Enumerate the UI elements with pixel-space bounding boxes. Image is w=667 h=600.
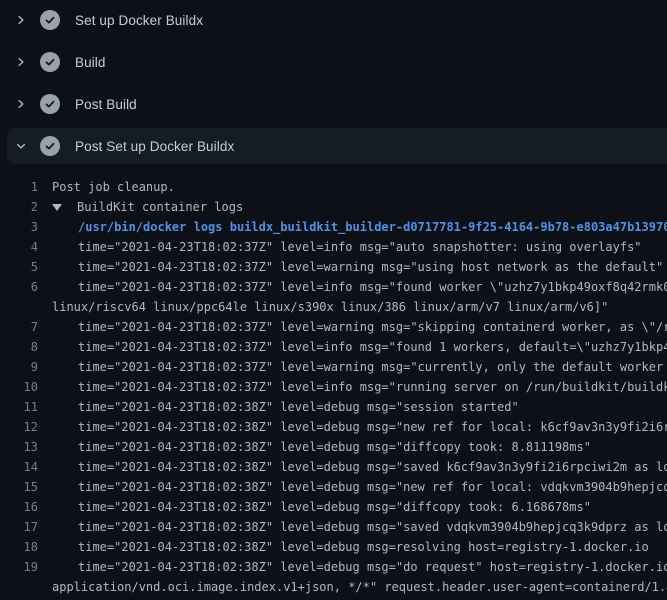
log-line-text: time="2021-04-23T18:02:38Z" level=debug … bbox=[78, 437, 591, 457]
log-group-title[interactable]: BuildKit container logs bbox=[77, 197, 243, 217]
log-line-text: time="2021-04-23T18:02:37Z" level=warnin… bbox=[78, 317, 667, 337]
chevron-down-icon[interactable] bbox=[14, 139, 28, 153]
step-title: Post Build bbox=[75, 97, 137, 112]
log-line: 17 time="2021-04-23T18:02:38Z" level=debu… bbox=[0, 517, 667, 537]
log-line-text: time="2021-04-23T18:02:38Z" level=debug … bbox=[78, 517, 667, 537]
log-line: 5 time="2021-04-23T18:02:37Z" level=warni… bbox=[0, 257, 667, 277]
log-line-text: time="2021-04-23T18:02:38Z" level=debug … bbox=[78, 537, 649, 557]
log-command-text: /usr/bin/docker logs buildx_buildkit_bui… bbox=[78, 217, 667, 237]
log-line-text: time="2021-04-23T18:02:37Z" level=warnin… bbox=[78, 257, 663, 277]
log-line: linux/riscv64 linux/ppc64le linux/s390x … bbox=[0, 297, 667, 317]
log-line-number[interactable]: 17 bbox=[0, 517, 38, 537]
log-line-number[interactable]: 7 bbox=[0, 317, 38, 337]
log-line-text: time="2021-04-23T18:02:38Z" level=debug … bbox=[78, 557, 667, 577]
log-line-number[interactable]: 13 bbox=[0, 437, 38, 457]
log-line-text: time="2021-04-23T18:02:38Z" level=debug … bbox=[78, 497, 591, 517]
log-line-text: time="2021-04-23T18:02:37Z" level=warnin… bbox=[78, 357, 667, 377]
chevron-right-icon[interactable] bbox=[14, 55, 28, 69]
log-line-number[interactable]: 5 bbox=[0, 257, 38, 277]
log-line: 18 time="2021-04-23T18:02:38Z" level=debu… bbox=[0, 537, 667, 557]
log-line: 1 Post job cleanup. bbox=[0, 177, 667, 197]
log-line-number[interactable]: 18 bbox=[0, 537, 38, 557]
log-line: 15 time="2021-04-23T18:02:38Z" level=debu… bbox=[0, 477, 667, 497]
log-line-number[interactable]: 3 bbox=[0, 217, 38, 237]
log-line: 2 BuildKit container logs bbox=[0, 197, 667, 217]
log-line-text: time="2021-04-23T18:02:38Z" level=debug … bbox=[78, 397, 519, 417]
log-line: 8 time="2021-04-23T18:02:37Z" level=info … bbox=[0, 337, 667, 357]
step-header-build[interactable]: Build bbox=[0, 44, 667, 84]
step-title: Build bbox=[75, 55, 106, 70]
step-header-post-build[interactable]: Post Build bbox=[0, 86, 667, 126]
log-line: 12 time="2021-04-23T18:02:38Z" level=debu… bbox=[0, 417, 667, 437]
log-line: 19 time="2021-04-23T18:02:38Z" level=debu… bbox=[0, 557, 667, 577]
log-line: 7 time="2021-04-23T18:02:37Z" level=warni… bbox=[0, 317, 667, 337]
log-line-text: time="2021-04-23T18:02:38Z" level=debug … bbox=[78, 417, 667, 437]
check-circle-icon bbox=[40, 10, 60, 30]
log-line-text: time="2021-04-23T18:02:37Z" level=info m… bbox=[78, 337, 667, 357]
log-line-text: application/vnd.oci.image.index.v1+json,… bbox=[52, 577, 667, 597]
log-line: application/vnd.oci.image.index.v1+json,… bbox=[0, 577, 667, 597]
log-line-text: time="2021-04-23T18:02:38Z" level=debug … bbox=[78, 477, 667, 497]
step-header-setup-docker-buildx[interactable]: Set up Docker Buildx bbox=[0, 2, 667, 42]
log-line-number[interactable]: 9 bbox=[0, 357, 38, 377]
check-circle-icon bbox=[40, 94, 60, 114]
log-line-number[interactable]: 16 bbox=[0, 497, 38, 517]
log-line-number[interactable]: 6 bbox=[0, 277, 38, 297]
triangle-down-icon[interactable] bbox=[52, 204, 77, 211]
log-line-number[interactable]: 15 bbox=[0, 477, 38, 497]
log-line-number[interactable]: 2 bbox=[0, 197, 38, 217]
log-line-number[interactable]: 8 bbox=[0, 337, 38, 357]
step-log-output: 1 Post job cleanup. 2 BuildKit container lo… bbox=[0, 177, 667, 600]
log-line-text: time="2021-04-23T18:02:37Z" level=info m… bbox=[78, 377, 667, 397]
log-line: 9 time="2021-04-23T18:02:37Z" level=warni… bbox=[0, 357, 667, 377]
log-line-number[interactable]: 12 bbox=[0, 417, 38, 437]
step-title: Post Set up Docker Buildx bbox=[75, 139, 234, 154]
check-circle-icon bbox=[40, 136, 60, 156]
chevron-right-icon[interactable] bbox=[14, 13, 28, 27]
job-steps-list: Set up Docker Buildx Build Post Build bbox=[0, 2, 667, 168]
log-line: 11 time="2021-04-23T18:02:38Z" level=debu… bbox=[0, 397, 667, 417]
log-line: 4 time="2021-04-23T18:02:37Z" level=info … bbox=[0, 237, 667, 257]
log-line: 10 time="2021-04-23T18:02:37Z" level=info… bbox=[0, 377, 667, 397]
log-line-number[interactable]: 10 bbox=[0, 377, 38, 397]
check-circle-icon bbox=[40, 52, 60, 72]
log-line: 14 time="2021-04-23T18:02:38Z" level=debu… bbox=[0, 457, 667, 477]
step-header-post-setup-docker-buildx[interactable]: Post Set up Docker Buildx bbox=[0, 128, 667, 168]
log-line: 6 time="2021-04-23T18:02:37Z" level=info … bbox=[0, 277, 667, 297]
log-line-text: time="2021-04-23T18:02:37Z" level=info m… bbox=[78, 277, 667, 297]
log-line-number[interactable]: 4 bbox=[0, 237, 38, 257]
log-line: 16 time="2021-04-23T18:02:38Z" level=debu… bbox=[0, 497, 667, 517]
log-line-text: Post job cleanup. bbox=[52, 177, 175, 197]
step-title: Set up Docker Buildx bbox=[75, 13, 203, 28]
log-line-number[interactable]: 1 bbox=[0, 177, 38, 197]
log-line-number[interactable]: 14 bbox=[0, 457, 38, 477]
log-line: 3/usr/bin/docker logs buildx_buildkit_bu… bbox=[0, 217, 667, 237]
log-line: 13 time="2021-04-23T18:02:38Z" level=debu… bbox=[0, 437, 667, 457]
chevron-right-icon[interactable] bbox=[14, 97, 28, 111]
log-line-number[interactable]: 19 bbox=[0, 557, 38, 577]
log-line-text: time="2021-04-23T18:02:37Z" level=info m… bbox=[78, 237, 642, 257]
log-line-number[interactable]: 11 bbox=[0, 397, 38, 417]
log-line-text: linux/riscv64 linux/ppc64le linux/s390x … bbox=[52, 297, 608, 317]
log-line-text: time="2021-04-23T18:02:38Z" level=debug … bbox=[78, 457, 667, 477]
